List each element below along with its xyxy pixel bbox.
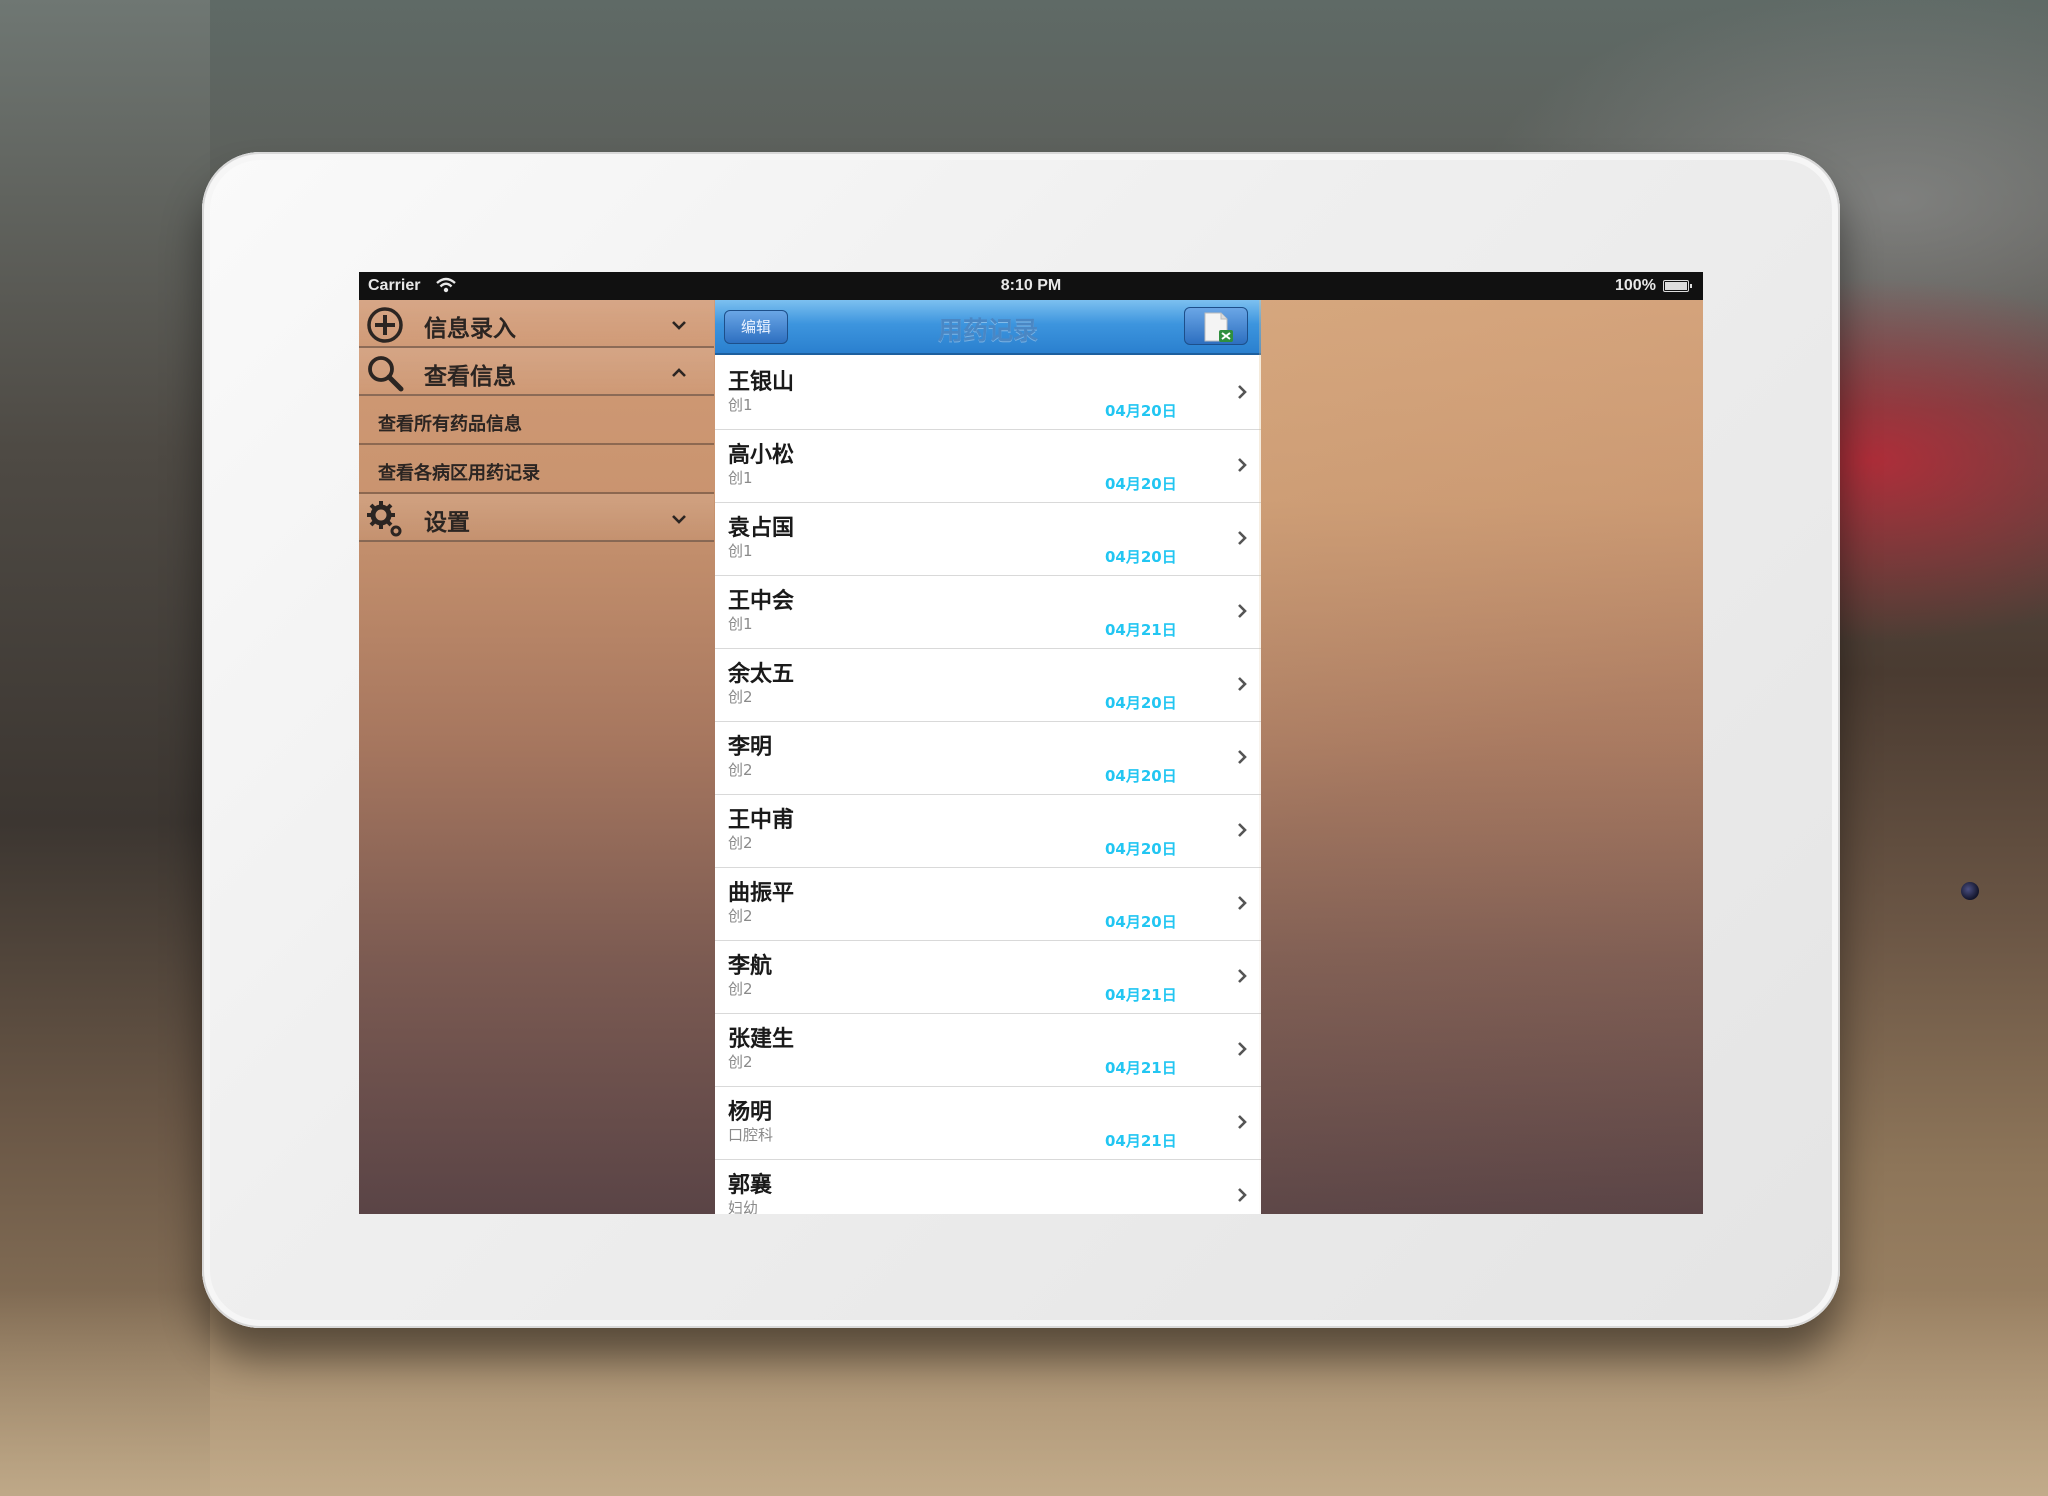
- list-item[interactable]: 曲振平 创2 04月20日: [715, 868, 1261, 941]
- ward-label: 创2: [728, 907, 753, 925]
- battery-percent: 100%: [1615, 277, 1656, 294]
- chevron-right-icon: [1238, 1115, 1247, 1129]
- chevron-right-icon: [1238, 1042, 1247, 1056]
- battery-icon: [1663, 280, 1692, 292]
- medication-records-panel: 编辑 用药记录 王银山 创1 04月20日 高小松 创1 04月20日 袁占国 …: [715, 300, 1261, 1214]
- chevron-right-icon: [1238, 531, 1247, 545]
- menu-label-view-info: 查看信息: [424, 364, 516, 390]
- ward-label: 创2: [728, 1053, 753, 1071]
- patient-name: 袁占国: [728, 516, 795, 541]
- ward-label: 口腔科: [728, 1126, 774, 1144]
- patient-name: 王中甫: [728, 808, 795, 833]
- menu-section-settings[interactable]: 设置: [359, 494, 714, 542]
- menu-label-settings: 设置: [424, 510, 470, 536]
- chevron-down-icon: [672, 321, 686, 330]
- front-camera: [1961, 882, 1979, 900]
- chevron-right-icon: [1238, 677, 1247, 691]
- chevron-right-icon: [1238, 896, 1247, 910]
- list-item[interactable]: 王中甫 创2 04月20日: [715, 795, 1261, 868]
- list-item[interactable]: 王银山 创1 04月20日: [715, 357, 1261, 430]
- record-date: 04月21日: [1105, 1059, 1177, 1077]
- list-item[interactable]: 袁占国 创1 04月20日: [715, 503, 1261, 576]
- ward-label: 创1: [728, 542, 753, 560]
- ward-label: 创1: [728, 469, 753, 487]
- ward-label: 创1: [728, 615, 753, 633]
- patient-name: 李航: [728, 954, 773, 979]
- records-list: 王银山 创1 04月20日 高小松 创1 04月20日 袁占国 创1 04月20…: [715, 357, 1261, 1214]
- patient-name: 张建生: [728, 1027, 795, 1052]
- record-date: 04月20日: [1105, 913, 1177, 931]
- ward-label: 创2: [728, 688, 753, 706]
- ward-label: 妇幼: [728, 1199, 759, 1214]
- chevron-up-icon: [672, 368, 686, 377]
- chevron-right-icon: [1238, 385, 1247, 399]
- status-bar: Carrier 8:10 PM 100%: [359, 272, 1703, 300]
- list-item[interactable]: 王中会 创1 04月21日: [715, 576, 1261, 649]
- status-time: 8:10 PM: [1000, 277, 1062, 294]
- list-item[interactable]: 李航 创2 04月21日: [715, 941, 1261, 1014]
- menu-label-info-entry: 信息录入: [424, 316, 516, 342]
- magnifier-icon: [368, 356, 404, 392]
- ward-label: 创2: [728, 834, 753, 852]
- chevron-down-icon: [672, 515, 686, 524]
- ward-label: 创2: [728, 761, 753, 779]
- list-item[interactable]: 余太五 创2 04月20日: [715, 649, 1261, 722]
- chevron-right-icon: [1238, 458, 1247, 472]
- chevron-right-icon: [1238, 969, 1247, 983]
- record-date: 04月20日: [1105, 767, 1177, 785]
- submenu-label: 查看各病区用药记录: [378, 463, 540, 484]
- record-date: 04月21日: [1105, 621, 1177, 639]
- record-date: 04月20日: [1105, 402, 1177, 420]
- patient-name: 李明: [728, 735, 773, 760]
- patient-name: 曲振平: [728, 881, 795, 906]
- patient-name: 王银山: [728, 370, 795, 395]
- list-item[interactable]: 李明 创2 04月20日: [715, 722, 1261, 795]
- submenu-label: 查看所有药品信息: [378, 414, 522, 435]
- patient-name: 郭襄: [728, 1173, 773, 1198]
- ward-label: 创2: [728, 980, 753, 998]
- record-date: 04月20日: [1105, 548, 1177, 566]
- chevron-right-icon: [1238, 823, 1247, 837]
- app-content: 信息录入 查看信息 查看所有药品信息 查看各病区用药记录 设置 编辑 用药记录 …: [359, 300, 1703, 1214]
- export-excel-icon: [1204, 312, 1233, 342]
- record-date: 04月21日: [1105, 1132, 1177, 1150]
- record-date: 04月20日: [1105, 840, 1177, 858]
- sidebar-menu: 信息录入 查看信息 查看所有药品信息 查看各病区用药记录 设置: [359, 300, 714, 1214]
- background-blur: [0, 0, 210, 1496]
- list-item[interactable]: 郭襄 妇幼: [715, 1160, 1261, 1214]
- ward-label: 创1: [728, 396, 753, 414]
- menu-section-info-entry[interactable]: 信息录入: [359, 300, 714, 348]
- navigation-bar: 编辑 用药记录: [715, 300, 1261, 355]
- record-date: 04月21日: [1105, 986, 1177, 1004]
- chevron-right-icon: [1238, 1188, 1247, 1202]
- patient-name: 杨明: [728, 1100, 773, 1125]
- list-item[interactable]: 高小松 创1 04月20日: [715, 430, 1261, 503]
- menu-section-view-info[interactable]: 查看信息: [359, 348, 714, 396]
- submenu-all-drug-info[interactable]: 查看所有药品信息: [359, 396, 714, 445]
- record-date: 04月20日: [1105, 694, 1177, 712]
- list-item[interactable]: 杨明 口腔科 04月21日: [715, 1087, 1261, 1160]
- patient-name: 高小松: [728, 443, 795, 468]
- patient-name: 王中会: [728, 589, 795, 614]
- chevron-right-icon: [1238, 750, 1247, 764]
- list-item[interactable]: 张建生 创2 04月21日: [715, 1014, 1261, 1087]
- chevron-right-icon: [1238, 604, 1247, 618]
- ipad-screen: Carrier 8:10 PM 100% 信息录入 查看信息 查看所有药品信息 …: [359, 272, 1703, 1214]
- plus-circle-icon: [367, 307, 403, 343]
- page-title: 用药记录: [937, 316, 1038, 345]
- export-button[interactable]: [1184, 307, 1248, 345]
- record-date: 04月20日: [1105, 475, 1177, 493]
- patient-name: 余太五: [728, 662, 795, 687]
- gears-icon: [367, 501, 402, 537]
- submenu-ward-medication-records[interactable]: 查看各病区用药记录: [359, 445, 714, 494]
